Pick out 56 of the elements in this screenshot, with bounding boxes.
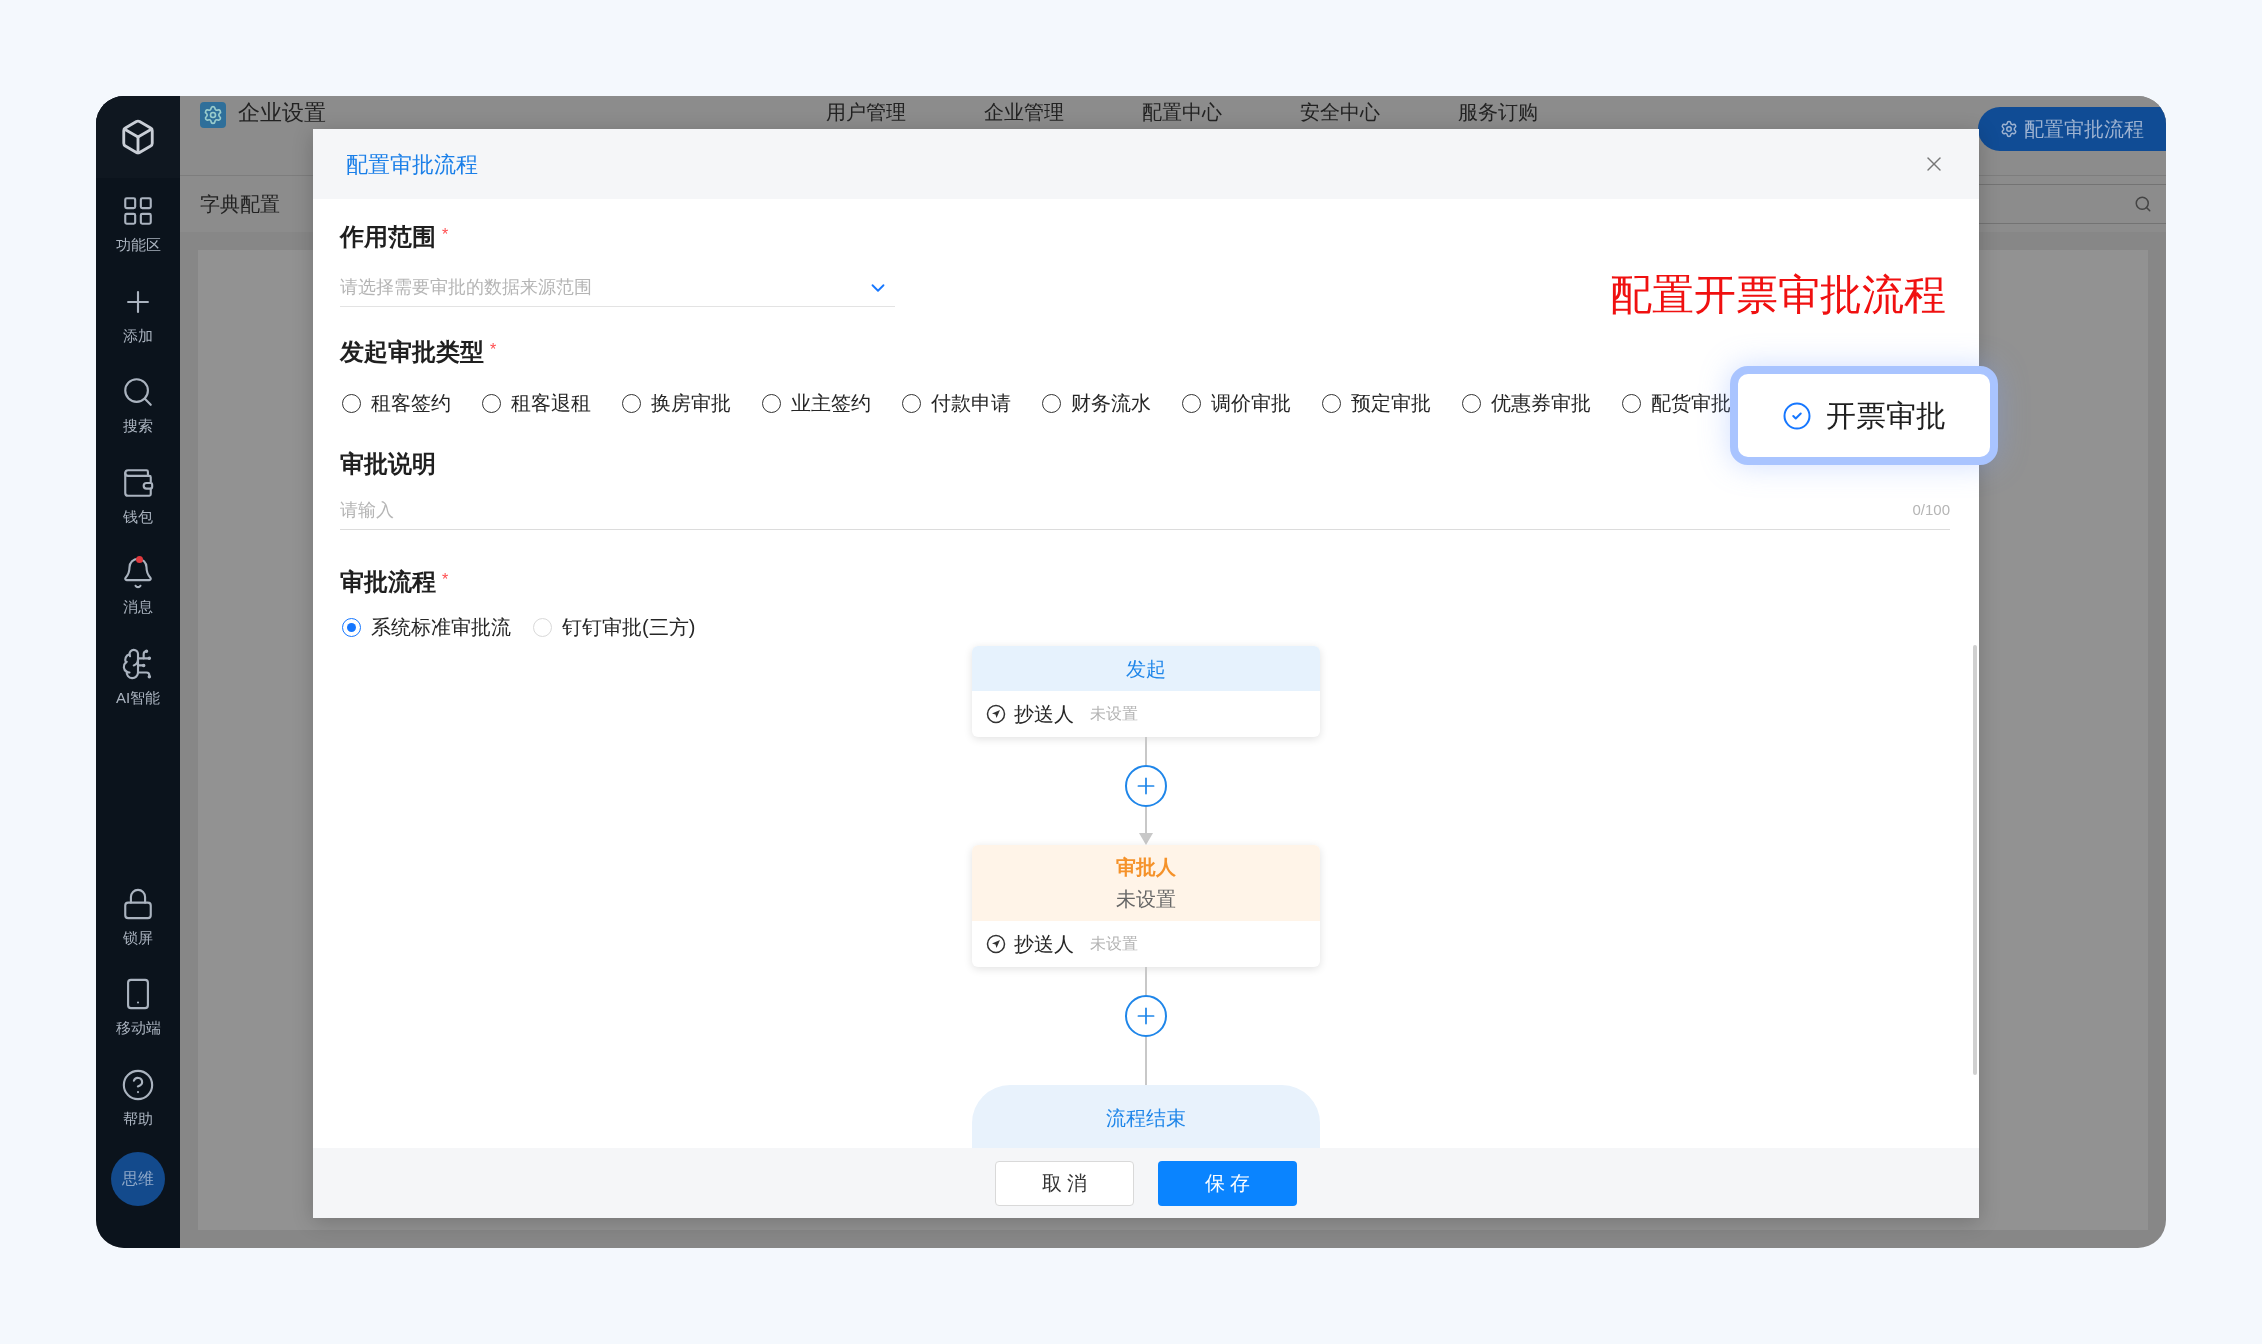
dialog-title: 配置审批流程: [346, 150, 478, 179]
sidebar-label[interactable]: 功能区: [115, 234, 161, 257]
callout-label: 开票审批: [1826, 398, 1946, 434]
radio-label[interactable]: 钉钉审批(三方): [562, 612, 696, 642]
sidebar-label[interactable]: 移动端: [115, 1017, 161, 1040]
nav-item[interactable]: 安全中心: [1300, 100, 1380, 124]
select-placeholder: 请选择需要审批的数据来源范围: [340, 276, 592, 299]
radio-label[interactable]: 财务流水: [1071, 388, 1151, 418]
highlight-callout[interactable]: 开票审批: [1730, 366, 1998, 465]
radio-label[interactable]: 调价审批: [1211, 388, 1291, 418]
sidebar-label[interactable]: AI智能: [115, 686, 161, 709]
field-label: 作用范围: [340, 222, 436, 252]
nav-item[interactable]: 服务订购: [1458, 100, 1538, 124]
field-label: 审批流程: [340, 567, 436, 597]
approver-node[interactable]: 审批人 未设置 抄送人 未设置: [972, 845, 1320, 967]
radio-label[interactable]: 付款申请: [931, 388, 1011, 418]
sidebar-label[interactable]: 钱包: [123, 505, 153, 528]
nav-item[interactable]: 用户管理: [826, 100, 906, 124]
cc-value: 未设置: [1090, 704, 1138, 724]
radio-label[interactable]: 优惠券审批: [1491, 388, 1591, 418]
radio-label[interactable]: 预定审批: [1351, 388, 1431, 418]
cc-value: 未设置: [1090, 934, 1138, 954]
radio-label[interactable]: 租客退租: [511, 388, 591, 418]
required-mark: *: [442, 225, 449, 245]
field-label: 审批说明: [340, 449, 436, 479]
radio-label[interactable]: 业主签约: [791, 388, 871, 418]
radio-label[interactable]: 系统标准审批流: [371, 612, 511, 642]
required-mark: *: [442, 570, 449, 590]
sidebar-label[interactable]: 搜索: [123, 415, 153, 438]
config-approval-button[interactable]: 配置审批流程: [1978, 107, 2166, 151]
cc-label: 抄送人: [1014, 702, 1074, 727]
field-label: 发起审批类型: [340, 337, 484, 367]
radio-label[interactable]: 换房审批: [651, 388, 731, 418]
node-title: 流程结束: [1106, 1106, 1186, 1131]
node-title: 发起: [1126, 656, 1166, 682]
required-mark: *: [490, 340, 497, 360]
node-title: 审批人: [1116, 855, 1176, 880]
sidebar-label[interactable]: 添加: [123, 324, 153, 347]
node-subtitle: 未设置: [1116, 887, 1176, 912]
radio-label[interactable]: 配货审批: [1651, 388, 1731, 418]
cancel-button[interactable]: 取 消: [995, 1160, 1134, 1206]
subnav-tab[interactable]: 字典配置: [200, 189, 280, 219]
sidebar-label[interactable]: 帮助: [123, 1107, 153, 1130]
cc-label: 抄送人: [1014, 932, 1074, 957]
start-node[interactable]: 发起 抄送人 未设置: [972, 646, 1320, 737]
app-title: 企业设置: [238, 100, 326, 126]
annotation-text: 配置开票审批流程: [1610, 270, 1946, 320]
sidebar-label[interactable]: 锁屏: [123, 926, 153, 949]
sidebar-label[interactable]: 消息: [123, 596, 153, 619]
save-button[interactable]: 保 存: [1158, 1160, 1297, 1206]
user-avatar[interactable]: 思维: [111, 1152, 165, 1206]
nav-item[interactable]: 企业管理: [984, 100, 1064, 124]
char-counter: 0/100: [1912, 500, 1950, 521]
input-placeholder: 请输入: [340, 499, 394, 522]
nav-item[interactable]: 配置中心: [1142, 100, 1222, 124]
radio-label[interactable]: 租客签约: [371, 388, 451, 418]
